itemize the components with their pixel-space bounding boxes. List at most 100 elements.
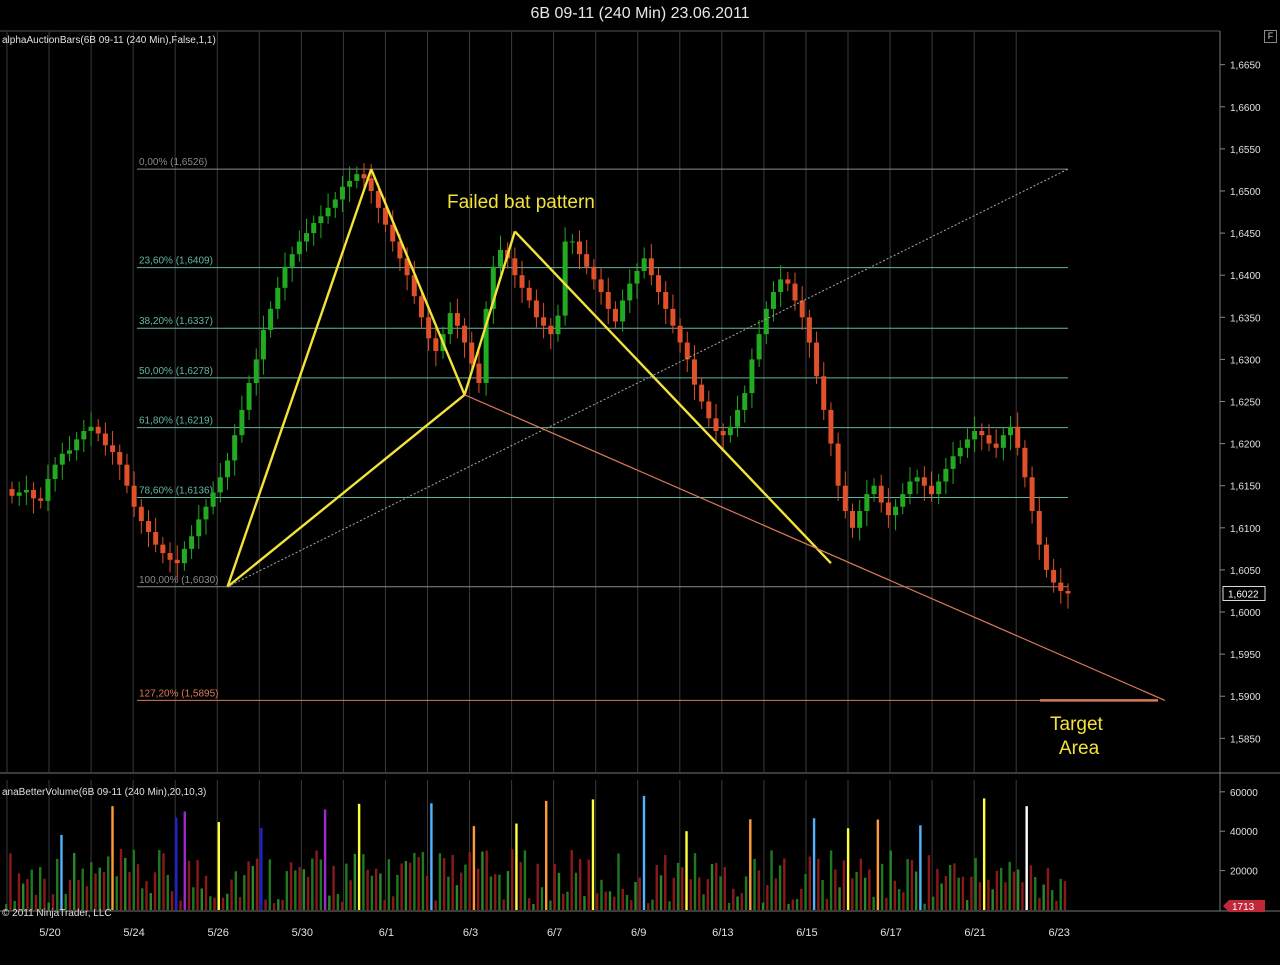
- volume-bar: [642, 795, 646, 910]
- volume-bar: [562, 893, 565, 910]
- volume-bar: [170, 891, 174, 910]
- volume-bar: [68, 879, 72, 910]
- candle-body: [95, 426, 101, 434]
- volume-bar: [549, 900, 552, 910]
- volume-bar: [532, 904, 535, 910]
- volume-bar: [838, 887, 841, 910]
- candle-body: [577, 241, 583, 255]
- y-tick-label: 1,6000: [1230, 608, 1261, 619]
- volume-bar: [162, 853, 165, 910]
- volume-bar: [783, 858, 786, 910]
- candle-body: [943, 468, 949, 482]
- pattern-title: Failed bat pattern: [447, 192, 595, 213]
- candle-body: [253, 359, 259, 383]
- y-tick-label: 1,6100: [1230, 524, 1261, 535]
- volume-bar: [43, 878, 46, 910]
- volume-bar: [936, 868, 939, 910]
- volume-bar: [668, 901, 671, 910]
- volume-bar: [876, 819, 880, 910]
- candle-body: [311, 222, 317, 234]
- candle-body: [476, 363, 482, 383]
- volume-bar: [60, 834, 63, 910]
- volume-bar: [710, 864, 714, 910]
- volume-bar: [659, 875, 663, 910]
- candle-body: [447, 313, 453, 335]
- candle-body: [1058, 582, 1064, 591]
- volume-bar: [868, 869, 871, 910]
- volume-bar: [1055, 900, 1058, 910]
- volume-bar: [153, 872, 157, 910]
- volume-bar: [1042, 884, 1045, 910]
- volume-bar: [247, 861, 250, 910]
- volume-bar: [851, 878, 854, 910]
- volume-bar: [383, 900, 386, 910]
- volume-bar: [421, 852, 425, 910]
- volume-bar: [978, 882, 982, 910]
- volume-bar: [332, 865, 335, 910]
- candle-body: [275, 287, 281, 309]
- volume-bar: [438, 853, 442, 910]
- candle-body: [1065, 590, 1071, 594]
- candle-body: [814, 342, 820, 377]
- candle-body: [641, 258, 647, 271]
- volume-bar: [260, 827, 263, 910]
- volume-bar: [328, 895, 331, 910]
- x-tick-label: 6/13: [712, 927, 733, 939]
- volume-bar: [400, 863, 403, 910]
- volume-bar: [115, 876, 118, 910]
- candle-body: [282, 266, 288, 288]
- volume-bar: [1012, 871, 1016, 910]
- candle-body: [778, 279, 784, 293]
- volume-bar: [536, 863, 539, 910]
- candle-body: [849, 510, 855, 528]
- volume-bar: [506, 871, 510, 910]
- candle-body: [735, 409, 741, 427]
- candle-body: [720, 430, 726, 436]
- candle-body: [131, 485, 137, 507]
- volume-indicator-label: anaBetterVolume(6B 09-11 (240 Min),20,10…: [2, 787, 206, 798]
- volume-bar: [991, 889, 994, 910]
- volume-bar: [9, 853, 12, 910]
- candle-body: [138, 506, 144, 522]
- candle-body: [124, 464, 130, 486]
- volume-bar: [910, 860, 914, 910]
- candle-body: [742, 393, 748, 410]
- y-tick-label: 1,6450: [1230, 229, 1261, 240]
- candle-body: [828, 409, 834, 444]
- pattern-leg-cd: [513, 230, 832, 565]
- volume-bar: [970, 876, 973, 910]
- volume-bar: [234, 871, 238, 910]
- candle-body: [1051, 569, 1057, 583]
- candle-body: [1015, 426, 1021, 448]
- volume-bar: [591, 799, 595, 910]
- volume-bar: [132, 849, 135, 910]
- volume-bar: [1008, 861, 1011, 910]
- volume-bar: [770, 850, 773, 910]
- volume-panel: 60000 40000 20000 1713: [5, 788, 1265, 913]
- volume-bar: [353, 853, 357, 910]
- candle-body: [296, 241, 302, 255]
- volume-bar: [213, 897, 216, 910]
- volume-bar: [706, 879, 709, 910]
- volume-bar: [685, 831, 688, 910]
- volume-tick-label: 20000: [1230, 867, 1258, 878]
- x-tick-label: 6/23: [1048, 927, 1069, 939]
- x-tick-label: 5/20: [39, 927, 60, 939]
- candle-body: [339, 186, 345, 200]
- volume-bar: [919, 825, 922, 910]
- volume-bar: [625, 894, 629, 910]
- x-tick-label: 6/9: [631, 927, 646, 939]
- volume-bar: [791, 899, 795, 910]
- volume-bar: [893, 880, 897, 910]
- chart-canvas[interactable]: 0,00% (1,6526) 23,60% (1,6409) 38,20% (1,6…: [0, 0, 1280, 965]
- volume-bar: [481, 851, 484, 910]
- volume-bar: [800, 888, 803, 910]
- candle-body: [591, 266, 597, 280]
- volume-bar: [540, 887, 544, 910]
- projection-line: [464, 394, 1166, 701]
- volume-bar: [73, 852, 76, 910]
- candle-body: [648, 258, 654, 276]
- fib-label: 50,00% (1,6278): [139, 366, 213, 377]
- candle-body: [871, 485, 877, 495]
- candle-body: [203, 506, 209, 520]
